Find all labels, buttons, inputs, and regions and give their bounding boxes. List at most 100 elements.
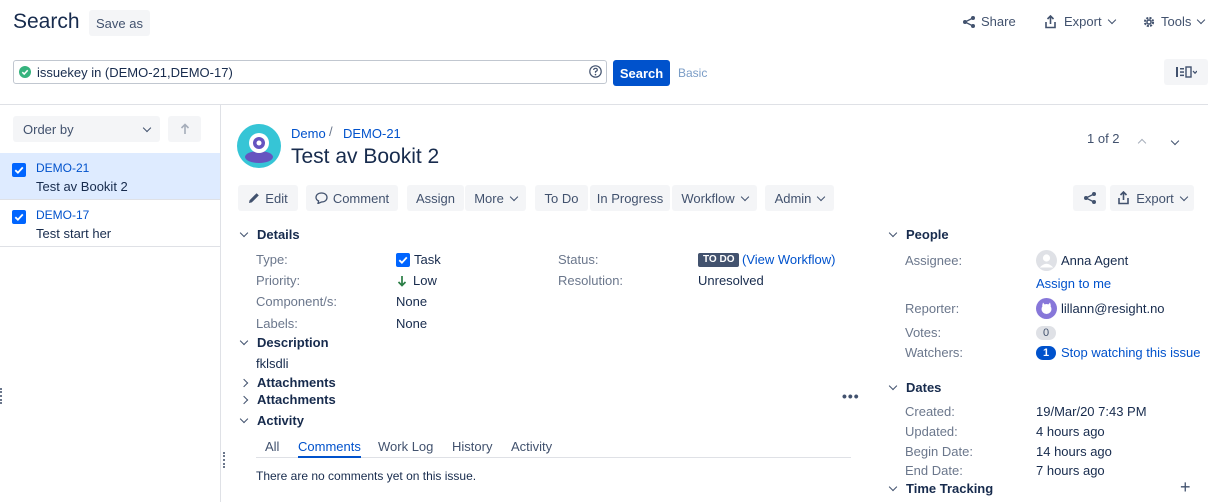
next-issue-button[interactable] — [1170, 132, 1180, 146]
chevron-down-icon — [1170, 136, 1180, 146]
reporter-value[interactable]: lillann@resight.no — [1036, 298, 1165, 319]
status-badge: TO DO — [698, 253, 740, 267]
comment-button[interactable]: Comment — [306, 185, 398, 211]
attachments-section-toggle[interactable]: Attachments — [239, 392, 336, 407]
description-heading: Description — [257, 335, 329, 350]
jql-query-text[interactable]: issuekey in (DEMO-21,DEMO-17) — [37, 65, 233, 80]
share-issue-button[interactable] — [1073, 185, 1106, 211]
add-time-icon[interactable]: + — [1180, 477, 1191, 498]
workflow-menu-button[interactable]: Workflow — [672, 185, 757, 211]
assign-to-me-link[interactable]: Assign to me — [1036, 276, 1111, 291]
resolution-value: Unresolved — [698, 273, 764, 288]
time-tracking-section-toggle[interactable]: Time Tracking — [888, 481, 994, 496]
votes-count-badge[interactable]: 0 — [1036, 326, 1056, 340]
chevron-down-icon — [509, 192, 519, 201]
resize-handle-left[interactable] — [0, 388, 2, 404]
order-by-label: Order by — [23, 121, 74, 137]
chevron-down-icon — [142, 123, 152, 132]
share-button[interactable]: Share — [962, 14, 1016, 29]
export-label: Export — [1136, 190, 1174, 206]
transition-in-progress-button[interactable]: In Progress — [590, 185, 670, 211]
help-icon[interactable] — [589, 65, 602, 78]
more-menu-button[interactable]: More — [465, 185, 526, 211]
transition-todo-button[interactable]: To Do — [535, 185, 588, 211]
tab-history[interactable]: History — [452, 439, 492, 454]
tab-all[interactable]: All — [265, 439, 279, 454]
task-type-icon — [12, 163, 26, 177]
dates-heading: Dates — [906, 380, 942, 395]
list-item[interactable]: DEMO-21 Test av Bookit 2 — [0, 153, 220, 200]
watchers-count-badge[interactable]: 1 — [1036, 346, 1056, 360]
description-text: fklsdli — [256, 356, 289, 371]
pencil-icon — [249, 193, 260, 203]
chevron-down-icon — [1179, 192, 1189, 201]
jql-search-field[interactable]: issuekey in (DEMO-21,DEMO-17) — [13, 60, 607, 84]
people-heading: People — [906, 227, 949, 242]
type-text: Task — [414, 252, 441, 267]
tab-activity[interactable]: Activity — [511, 439, 552, 454]
assign-button[interactable]: Assign — [407, 185, 464, 211]
view-workflow-link[interactable]: (View Workflow) — [742, 252, 835, 267]
updated-label: Updated: — [905, 424, 958, 439]
valid-query-check-icon — [19, 66, 31, 78]
tab-work-log[interactable]: Work Log — [378, 439, 433, 454]
breadcrumb-issue-key[interactable]: DEMO-21 — [343, 126, 401, 141]
priority-value: Low — [396, 273, 437, 288]
begin-date-label: Begin Date: — [905, 444, 973, 459]
share-icon — [963, 15, 975, 28]
more-options-icon[interactable]: ••• — [842, 388, 860, 404]
attachments-heading: Attachments — [257, 375, 336, 390]
save-as-button[interactable]: Save as — [89, 10, 150, 36]
export-issue-button[interactable]: Export — [1110, 185, 1194, 211]
arrow-down-icon — [397, 275, 407, 287]
priority-text: Low — [413, 273, 437, 288]
export-menu-button[interactable]: Export — [1044, 14, 1116, 29]
task-type-icon — [12, 210, 26, 224]
type-label: Type: — [256, 252, 288, 267]
assignee-label: Assignee: — [905, 253, 963, 268]
breadcrumb-project[interactable]: Demo — [291, 126, 326, 141]
tools-menu-button[interactable]: Tools — [1142, 14, 1206, 29]
created-label: Created: — [905, 404, 955, 419]
edit-button[interactable]: Edit — [238, 185, 298, 211]
comment-label: Comment — [332, 190, 390, 206]
chevron-down-icon — [239, 336, 249, 346]
components-label: Component/s: — [256, 294, 337, 309]
time-tracking-heading: Time Tracking — [906, 481, 994, 496]
sort-direction-button[interactable] — [168, 116, 201, 142]
resize-handle[interactable] — [223, 452, 225, 468]
assignee-name: Anna Agent — [1061, 253, 1129, 268]
description-section-toggle[interactable]: Description — [239, 335, 329, 350]
order-by-dropdown[interactable]: Order by — [13, 116, 160, 142]
stop-watching-link[interactable]: Stop watching this issue — [1061, 345, 1200, 360]
chevron-down-icon — [239, 414, 249, 424]
workflow-label: Workflow — [681, 190, 735, 206]
begin-date-value: 14 hours ago — [1036, 444, 1112, 459]
details-section-toggle[interactable]: Details — [239, 227, 300, 242]
chevron-down-icon — [1197, 15, 1206, 25]
edit-label: Edit — [265, 190, 288, 206]
end-date-value: 7 hours ago — [1036, 463, 1105, 478]
dates-section-toggle[interactable]: Dates — [888, 380, 942, 395]
assignee-value[interactable]: Anna Agent — [1036, 250, 1128, 271]
status-label: Status: — [558, 252, 599, 267]
admin-menu-button[interactable]: Admin — [765, 185, 834, 211]
basic-search-link[interactable]: Basic — [678, 66, 707, 80]
search-button[interactable]: Search — [613, 60, 670, 86]
comment-icon — [315, 192, 328, 204]
tab-comments[interactable]: Comments — [298, 439, 361, 458]
attachments-heading: Attachments — [257, 392, 336, 407]
watchers-label: Watchers: — [905, 345, 964, 360]
chevron-down-icon — [1107, 15, 1116, 25]
people-section-toggle[interactable]: People — [888, 227, 949, 242]
list-item[interactable]: DEMO-17 Test start her — [0, 200, 220, 247]
chevron-down-icon — [817, 192, 826, 201]
previous-issue-button[interactable] — [1137, 134, 1147, 148]
attachments-section-toggle[interactable]: Attachments — [239, 375, 336, 390]
activity-section-toggle[interactable]: Activity — [239, 413, 304, 428]
task-type-icon — [396, 252, 410, 267]
pager-text: 1 of 2 — [1087, 131, 1120, 146]
layout-switcher-button[interactable] — [1164, 59, 1208, 85]
votes-label: Votes: — [905, 325, 942, 340]
project-avatar-icon — [237, 124, 281, 168]
